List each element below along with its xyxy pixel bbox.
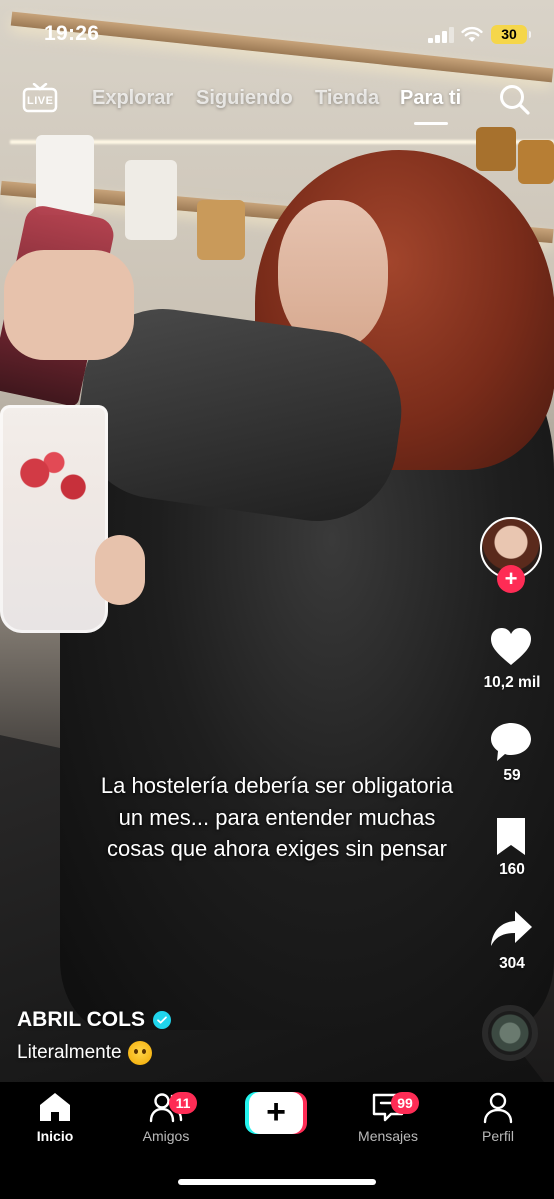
video-overlay-text: La hostelería debería ser obligatoria un… (100, 773, 454, 861)
author-row[interactable]: ABRIL COLS (17, 1008, 171, 1032)
like-heart-icon[interactable] (489, 625, 533, 669)
battery-indicator: 30 (491, 25, 531, 44)
shares-count: 304 (499, 955, 525, 972)
tab-label: Amigos (142, 1128, 190, 1144)
author-username[interactable]: ABRIL COLS (17, 1008, 145, 1032)
friends-badge: 11 (169, 1092, 197, 1114)
saves-count: 160 (499, 861, 525, 878)
search-icon[interactable] (497, 82, 531, 116)
cellular-signal-icon (428, 27, 454, 43)
create-button[interactable]: + (245, 1092, 307, 1134)
music-disc-icon[interactable] (482, 1005, 538, 1061)
tab-inicio[interactable]: Inicio (10, 1090, 100, 1144)
status-time: 19:26 (44, 22, 100, 45)
live-icon[interactable]: LIVE (22, 82, 58, 113)
hand (4, 250, 134, 360)
likes-count: 10,2 mil (483, 674, 541, 691)
jar (125, 160, 177, 240)
active-tab-indicator (414, 122, 448, 125)
jar (476, 127, 516, 171)
drink-cup (0, 405, 108, 633)
wifi-icon (461, 26, 483, 42)
tab-label: Inicio (36, 1128, 74, 1144)
comments-count: 59 (503, 767, 521, 784)
home-indicator[interactable] (178, 1179, 376, 1185)
shushing-face-icon (127, 1041, 152, 1065)
live-label: LIVE (27, 95, 54, 107)
tab-amigos[interactable]: Amigos 11 (121, 1090, 211, 1144)
jar (197, 200, 245, 260)
profile-icon (483, 1092, 513, 1124)
tab-label: Mensajes (358, 1128, 418, 1144)
messages-badge: 99 (391, 1092, 419, 1114)
video-player[interactable] (0, 0, 554, 1082)
plus-icon: + (249, 1092, 303, 1134)
tab-explorar[interactable]: Explorar (92, 87, 173, 110)
status-bar: 19:26 30 (0, 0, 554, 64)
tab-para-ti[interactable]: Para ti (400, 87, 461, 110)
top-navigation: LIVE Explorar Siguiendo Tienda Para ti (0, 78, 554, 125)
follow-button[interactable]: + (497, 565, 525, 593)
description-text: Literalmente (17, 1042, 122, 1063)
comment-icon[interactable] (489, 720, 533, 764)
home-icon (40, 1093, 70, 1121)
share-arrow-icon[interactable] (489, 908, 533, 952)
tab-perfil[interactable]: Perfil (453, 1090, 543, 1144)
jar (518, 140, 554, 184)
video-description[interactable]: Literalmente (17, 1041, 152, 1065)
jar (36, 135, 94, 215)
verified-badge-icon (152, 1011, 171, 1029)
tab-siguiendo[interactable]: Siguiendo (196, 87, 293, 110)
tab-label: Perfil (482, 1128, 514, 1144)
tab-mensajes[interactable]: Mensajes 99 (343, 1090, 433, 1144)
bookmark-icon[interactable] (489, 815, 533, 859)
tab-tienda[interactable]: Tienda (315, 87, 379, 110)
hand (95, 535, 145, 605)
